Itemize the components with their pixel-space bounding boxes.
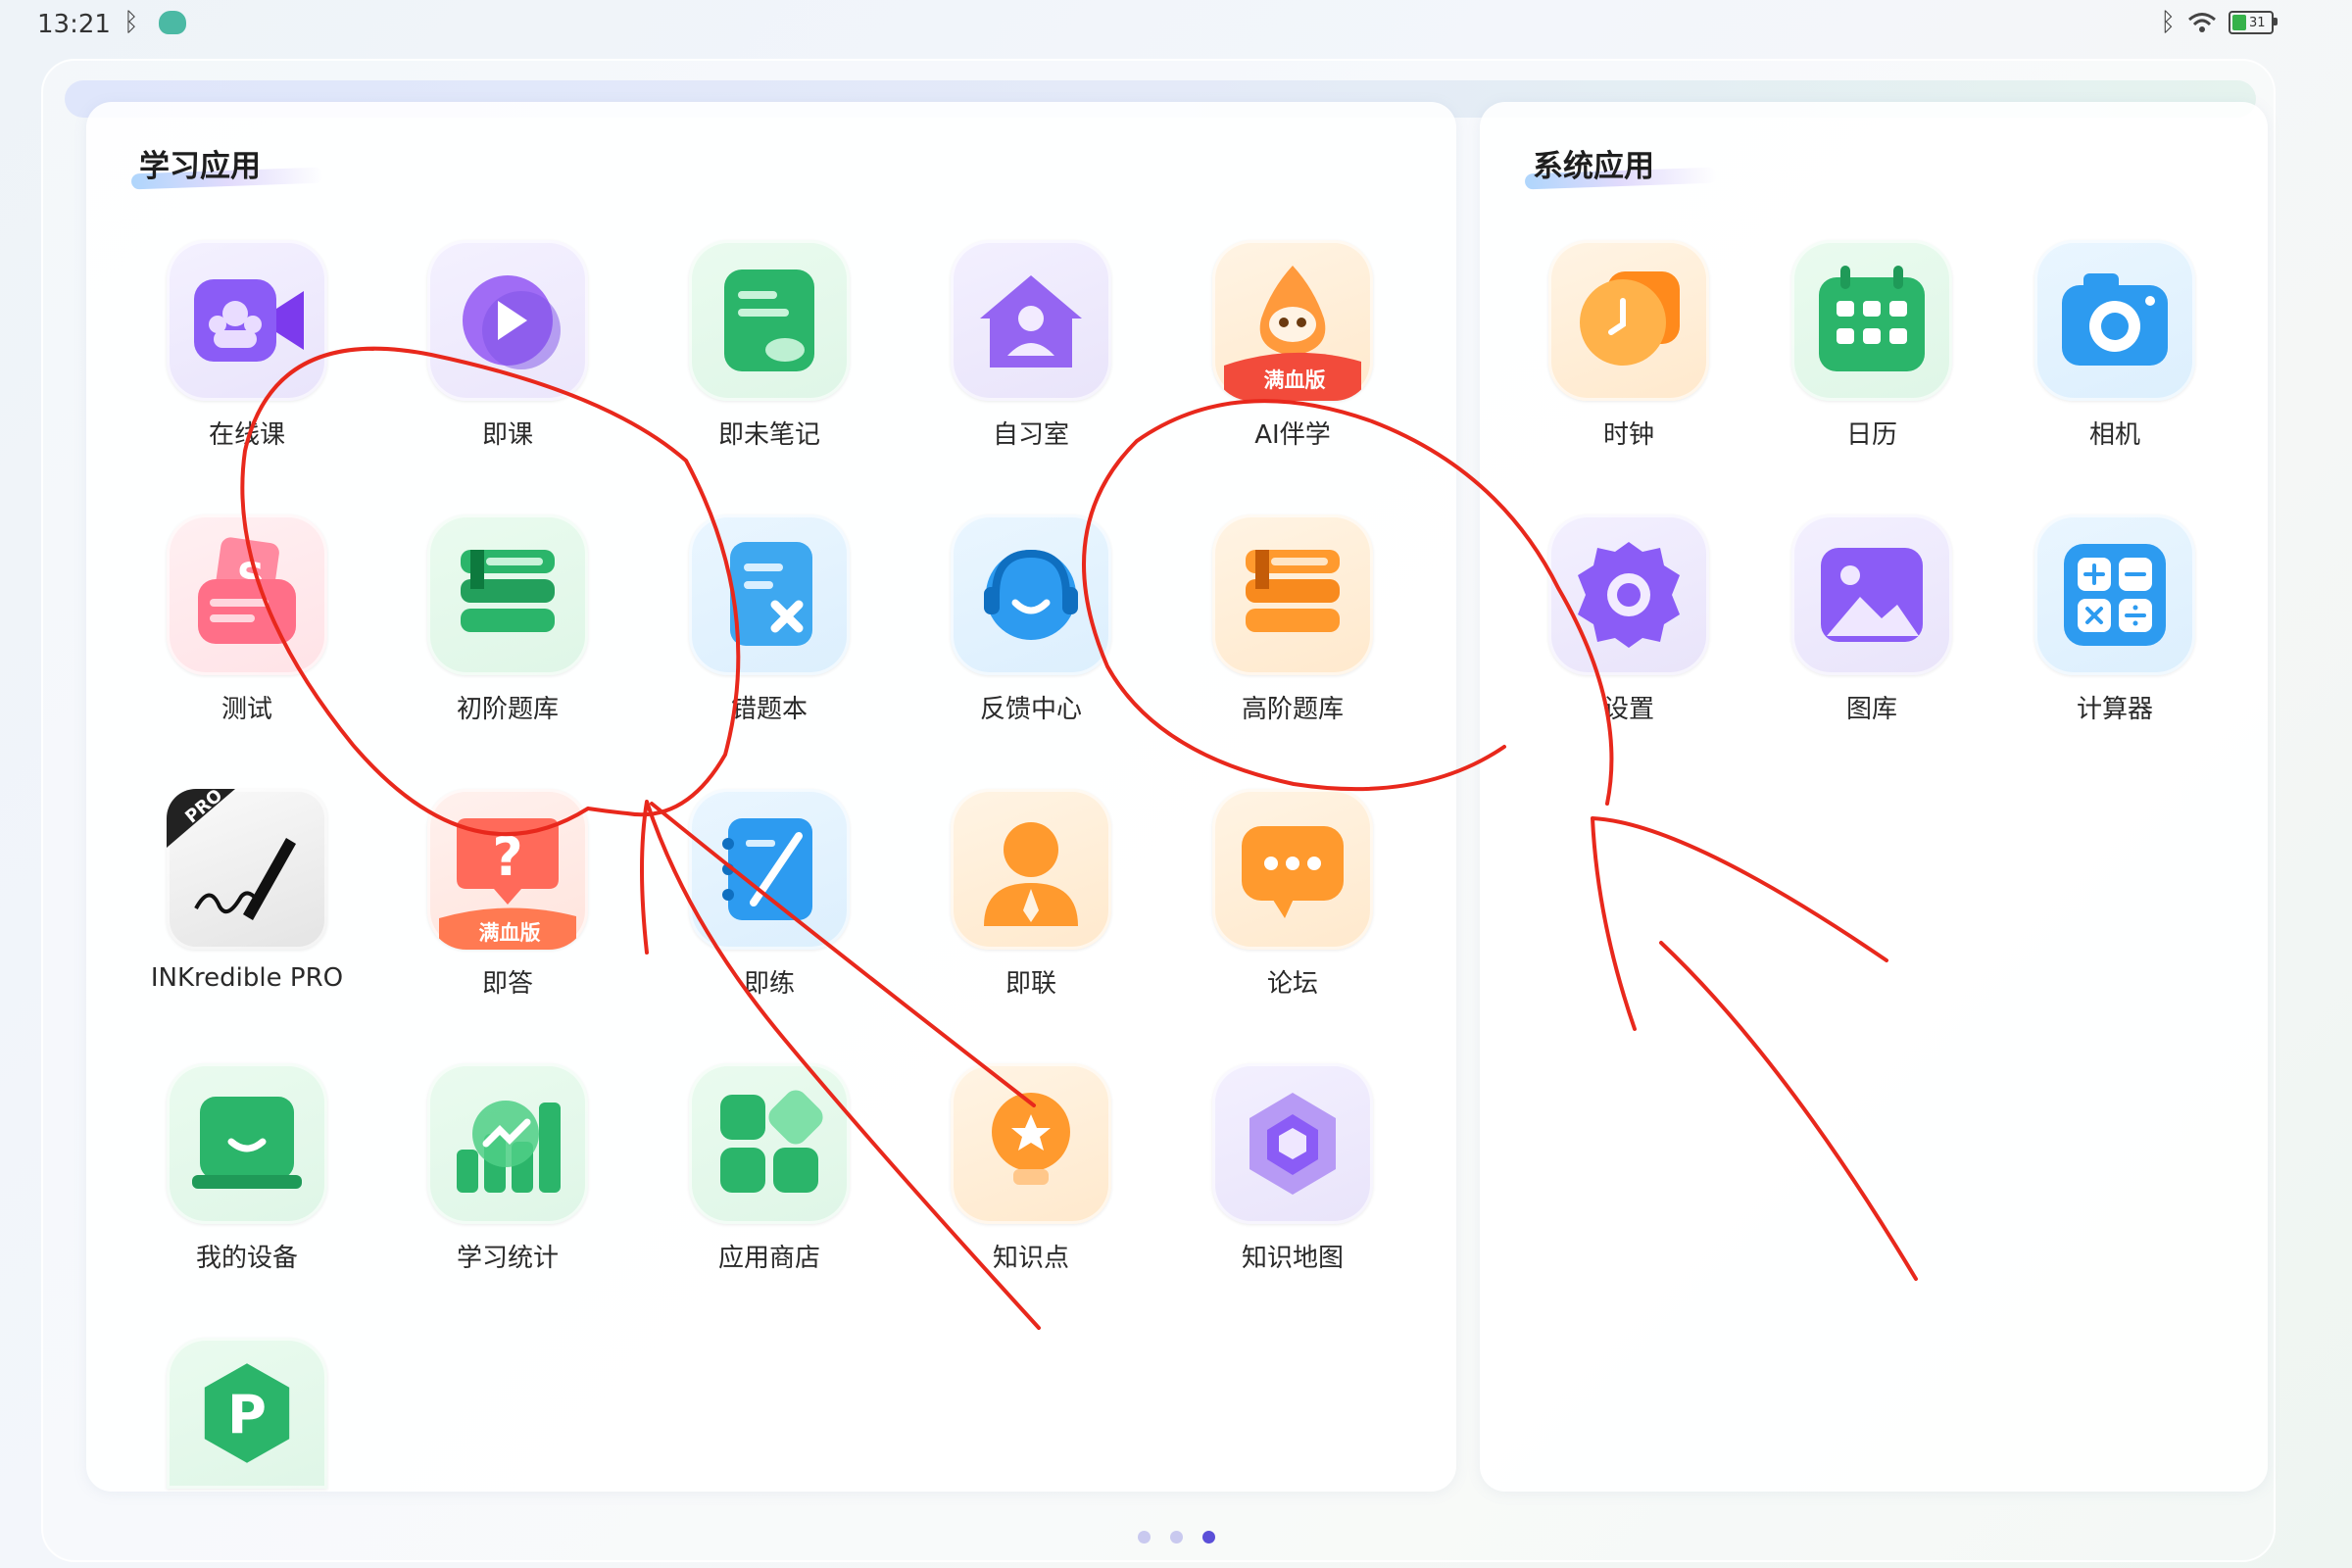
study-room-icon bbox=[951, 240, 1111, 401]
app-feedback-center[interactable]: 反馈中心 bbox=[908, 514, 1153, 725]
app-forum[interactable]: 论坛 bbox=[1170, 789, 1415, 1000]
note-icon bbox=[689, 240, 850, 401]
p-app-icon: P bbox=[167, 1338, 327, 1489]
practice-notebook-icon bbox=[689, 789, 850, 950]
app-inkredible-pro[interactable]: PRO INKredible PRO bbox=[124, 789, 369, 993]
play-lesson-icon bbox=[427, 240, 588, 401]
app-clock[interactable]: 时钟 bbox=[1506, 240, 1751, 451]
status-bar: 13:21 ᛒ ᛒ 31 bbox=[0, 0, 2352, 49]
question-bank-orange-icon bbox=[1212, 514, 1373, 675]
page-dot-2[interactable] bbox=[1169, 1531, 1183, 1544]
feedback-headset-icon bbox=[951, 514, 1111, 675]
clock-icon bbox=[1548, 240, 1709, 401]
question-bank-green-icon bbox=[427, 514, 588, 675]
camera-icon bbox=[2034, 240, 2195, 401]
page-dot-1[interactable] bbox=[1137, 1531, 1151, 1544]
battery-icon: 31 bbox=[2229, 11, 2278, 34]
ai-mascot-icon: 满血版 bbox=[1212, 240, 1373, 401]
app-store-icon bbox=[689, 1063, 850, 1224]
device-icon bbox=[167, 1063, 327, 1224]
app-study-room[interactable]: 自习室 bbox=[908, 240, 1153, 451]
app-settings[interactable]: 设置 bbox=[1506, 514, 1751, 725]
knowledge-map-icon bbox=[1212, 1063, 1373, 1224]
owl-app-icon bbox=[159, 11, 186, 34]
page-indicator bbox=[0, 1531, 2352, 1544]
gallery-icon bbox=[1791, 514, 1952, 675]
app-p[interactable]: P bbox=[124, 1338, 369, 1489]
svg-text:?: ? bbox=[492, 826, 522, 888]
wifi-icon bbox=[2188, 13, 2216, 32]
app-mistake-book[interactable]: 错题本 bbox=[647, 514, 892, 725]
forum-chat-icon bbox=[1212, 789, 1373, 950]
inkredible-pen-icon: PRO bbox=[167, 789, 327, 950]
app-camera[interactable]: 相机 bbox=[1992, 240, 2237, 451]
app-gallery[interactable]: 图库 bbox=[1749, 514, 1994, 725]
app-study-stats[interactable]: 学习统计 bbox=[385, 1063, 630, 1274]
app-basic-question-bank[interactable]: 初阶题库 bbox=[385, 514, 630, 725]
svg-text:满血版: 满血版 bbox=[1264, 368, 1326, 392]
panel-title-learning: 学习应用 bbox=[130, 141, 324, 190]
status-right: ᛒ 31 bbox=[2160, 8, 2278, 37]
app-my-device[interactable]: 我的设备 bbox=[124, 1063, 369, 1274]
app-app-store[interactable]: 应用商店 bbox=[647, 1063, 892, 1274]
mistake-book-icon bbox=[689, 514, 850, 675]
app-advanced-question-bank[interactable]: 高阶题库 bbox=[1170, 514, 1415, 725]
test-paper-icon: S bbox=[167, 514, 327, 675]
app-test[interactable]: S 测试 bbox=[124, 514, 369, 725]
app-knowledge-points[interactable]: 知识点 bbox=[908, 1063, 1153, 1274]
app-jike[interactable]: 即课 bbox=[385, 240, 630, 451]
gear-icon bbox=[1548, 514, 1709, 675]
page-dot-3[interactable] bbox=[1201, 1531, 1215, 1544]
bluetooth-icon: ᛒ bbox=[2160, 8, 2176, 37]
app-knowledge-map[interactable]: 知识地图 bbox=[1170, 1063, 1415, 1274]
calculator-icon bbox=[2034, 514, 2195, 675]
statistics-icon bbox=[427, 1063, 588, 1224]
app-calendar[interactable]: 日历 bbox=[1749, 240, 1994, 451]
knowledge-bulb-icon bbox=[951, 1063, 1111, 1224]
app-online-class[interactable]: 在线课 bbox=[124, 240, 369, 451]
battery-level: 31 bbox=[2249, 15, 2266, 30]
calendar-icon bbox=[1791, 240, 1952, 401]
question-answer-icon: ? 满血版 bbox=[427, 789, 588, 950]
app-jilian-connect[interactable]: 即联 bbox=[908, 789, 1153, 1000]
app-ai-companion[interactable]: 满血版 AI伴学 bbox=[1170, 240, 1415, 451]
video-class-icon bbox=[167, 240, 327, 401]
tutor-person-icon bbox=[951, 789, 1111, 950]
app-jiwei-notes[interactable]: 即未笔记 bbox=[647, 240, 892, 451]
status-time: 13:21 bbox=[37, 10, 111, 39]
app-calculator[interactable]: 计算器 bbox=[1992, 514, 2237, 725]
svg-text:P: P bbox=[227, 1384, 267, 1446]
app-jida[interactable]: ? 满血版 即答 bbox=[385, 789, 630, 1000]
app-jilian-practice[interactable]: 即练 bbox=[647, 789, 892, 1000]
panel-title-system: 系统应用 bbox=[1524, 141, 1718, 190]
svg-text:满血版: 满血版 bbox=[479, 921, 541, 945]
bluetooth-icon: ᛒ bbox=[123, 8, 139, 37]
